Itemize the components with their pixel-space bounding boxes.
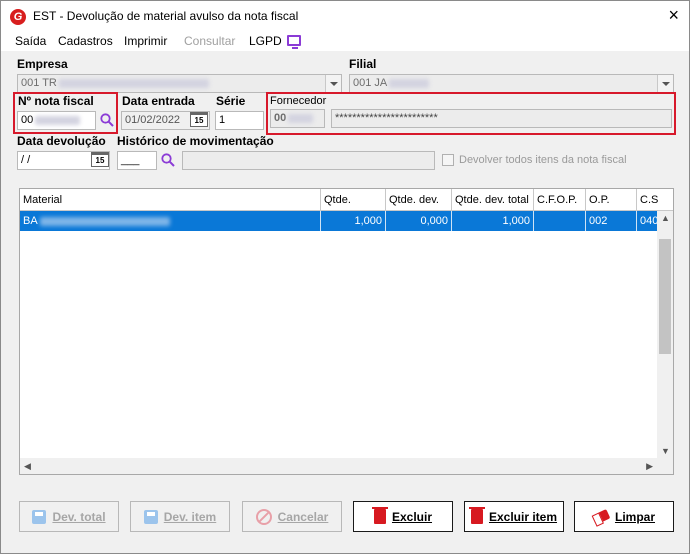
calendar-icon[interactable]: 15 [190, 112, 208, 127]
nota-fiscal-input[interactable]: 00 [17, 111, 96, 130]
nota-fiscal-label: Nº nota fiscal [18, 94, 94, 108]
monitor-icon[interactable] [287, 35, 301, 49]
delete-label: Excluir [391, 509, 433, 524]
serie-label: Série [216, 94, 246, 108]
serie-value: 1 [219, 114, 226, 126]
window-title: EST - Devolução de material avulso da no… [33, 9, 299, 23]
serie-input[interactable]: 1 [215, 111, 264, 130]
historico-code-value: ___ [121, 154, 140, 166]
menu-consultar: Consultar [184, 34, 236, 48]
delete-item-button[interactable]: Excluir item [464, 501, 564, 532]
col-cfop[interactable]: C.F.O.P. [534, 189, 586, 211]
filial-value: 001 JA [353, 77, 388, 89]
fornecedor-code-field: 00 [270, 109, 325, 128]
save-icon [32, 509, 47, 524]
menu-lgpd[interactable]: LGPD [249, 34, 282, 48]
col-qtde-dev[interactable]: Qtde. dev. [386, 189, 452, 211]
cell-cs: 040 [640, 215, 657, 227]
save-icon [143, 509, 158, 524]
horizontal-scrollbar[interactable]: ◀ ▶ [20, 458, 673, 474]
fornecedor-code: 00 [274, 112, 287, 124]
clear-label: Limpar [614, 509, 655, 524]
cell-qtde: 1,000 [321, 211, 386, 231]
scroll-down-icon[interactable]: ▼ [661, 446, 670, 456]
data-entrada-label: Data entrada [122, 94, 195, 108]
table-row[interactable]: BA 1,000 0,000 1,000 002 040 [20, 211, 657, 231]
material-value: BA [23, 215, 38, 227]
col-material[interactable]: Material [20, 189, 321, 211]
cell-material: BA [20, 211, 321, 231]
menu-bar: Saída Cadastros Imprimir Consultar LGPD [1, 31, 689, 51]
data-entrada-value: 01/02/2022 [125, 114, 181, 126]
app-logo-icon: G [10, 9, 26, 25]
scroll-left-icon[interactable]: ◀ [24, 461, 31, 472]
filial-label: Filial [349, 57, 377, 71]
cell-qtde-dev[interactable]: 0,000 [386, 211, 452, 231]
chevron-down-icon[interactable] [325, 75, 341, 92]
filial-select[interactable]: 001 JA [349, 74, 674, 93]
trash-icon [468, 507, 485, 524]
fornecedor-name: ************************ [335, 112, 438, 124]
col-qtde-dev-total[interactable]: Qtde. dev. total [452, 189, 534, 211]
fornecedor-label: Fornecedor [270, 95, 327, 107]
materials-grid: Material Qtde. Qtde. dev. Qtde. dev. tot… [19, 188, 674, 475]
devolver-todos-label: Devolver todos itens da nota fiscal [459, 154, 627, 166]
chevron-down-icon[interactable] [657, 75, 673, 92]
col-cs[interactable]: C.S [637, 189, 673, 211]
dev-item-label: Dev. item [163, 509, 217, 524]
delete-item-label: Excluir item [488, 509, 558, 524]
historico-code-input[interactable]: ___ [117, 151, 157, 170]
close-icon[interactable]: × [668, 6, 679, 24]
delete-button[interactable]: Excluir [353, 501, 453, 532]
fornecedor-name-field: ************************ [331, 109, 672, 128]
devolver-todos-checkbox[interactable] [442, 154, 454, 166]
data-devolucao-label: Data devolução [17, 134, 106, 148]
dev-item-button: Dev. item [130, 501, 230, 532]
main-window: G EST - Devolução de material avulso da … [0, 0, 690, 554]
cell-op: 002 [586, 211, 637, 231]
vertical-scrollbar[interactable]: ▲ ▼ [657, 211, 673, 460]
grid-header: Material Qtde. Qtde. dev. Qtde. dev. tot… [20, 189, 673, 211]
scroll-up-icon[interactable]: ▲ [661, 213, 670, 223]
cancel-button: Cancelar [242, 501, 342, 532]
data-devolucao-value: / / [21, 154, 31, 166]
historico-description-field [182, 151, 435, 170]
scroll-thumb[interactable] [659, 239, 671, 354]
scroll-right-icon[interactable]: ▶ [646, 461, 653, 472]
col-qtde[interactable]: Qtde. [321, 189, 386, 211]
empresa-label: Empresa [17, 57, 68, 71]
menu-cadastros[interactable]: Cadastros [58, 34, 113, 48]
eraser-icon [591, 508, 611, 525]
dev-total-label: Dev. total [52, 509, 106, 524]
calendar-icon[interactable]: 15 [91, 152, 109, 167]
empresa-select[interactable]: 001 TR [17, 74, 342, 93]
col-op[interactable]: O.P. [586, 189, 637, 211]
cell-qtde-dev-total: 1,000 [452, 211, 534, 231]
title-bar: G EST - Devolução de material avulso da … [1, 1, 689, 31]
nota-fiscal-value: 00 [21, 114, 34, 126]
trash-icon [371, 507, 388, 524]
historico-label: Histórico de movimentação [117, 134, 274, 148]
cancel-icon [255, 508, 272, 525]
search-icon[interactable] [100, 113, 114, 127]
search-icon[interactable] [161, 153, 175, 167]
menu-saida[interactable]: Saída [15, 34, 46, 48]
cancel-label: Cancelar [277, 509, 329, 524]
dev-total-button: Dev. total [19, 501, 119, 532]
clear-button[interactable]: Limpar [574, 501, 674, 532]
menu-imprimir[interactable]: Imprimir [124, 34, 167, 48]
cell-cfop [534, 211, 586, 231]
empresa-value: 001 TR [21, 77, 57, 89]
